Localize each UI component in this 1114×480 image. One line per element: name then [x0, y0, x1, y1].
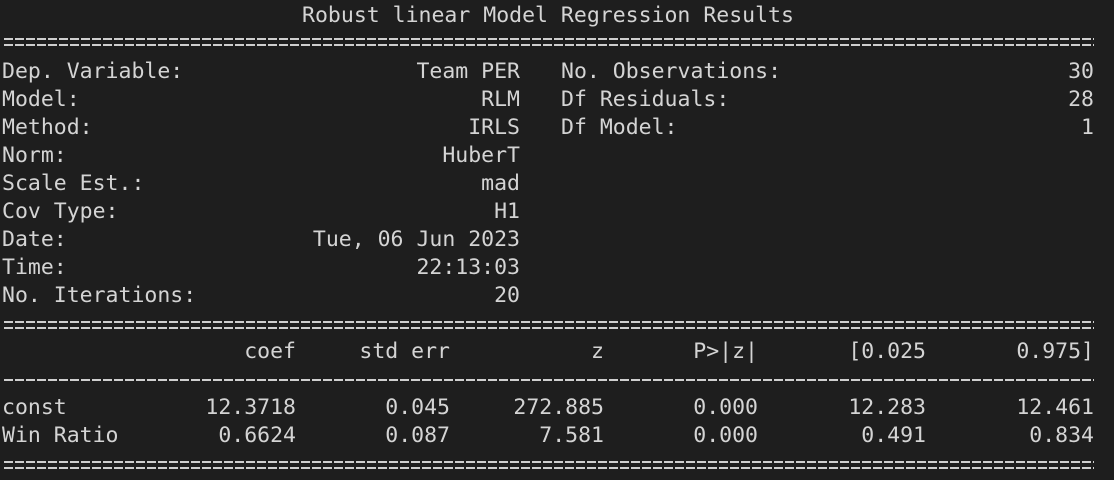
table-cell: 0.087	[385, 423, 450, 448]
summary-label: Norm:	[2, 143, 67, 168]
double-rule-bottom	[4, 461, 1094, 470]
summary-value: HuberT	[442, 143, 520, 168]
coef-column-header: 0.975]	[1016, 339, 1094, 364]
summary-value: H1	[494, 199, 520, 224]
table-cell: 0.491	[861, 423, 926, 448]
summary-label: Scale Est.:	[2, 171, 145, 196]
table-cell: 12.461	[1016, 395, 1094, 420]
summary-value: 1	[1081, 115, 1094, 140]
summary-label: Model:	[2, 87, 80, 112]
summary-label: Df Model:	[561, 115, 678, 140]
summary-label: Dep. Variable:	[2, 59, 184, 84]
coef-column-header: coef	[244, 339, 296, 364]
terminal-output: Robust linear Model Regression Results D…	[0, 0, 1114, 480]
summary-value: IRLS	[468, 115, 520, 140]
table-cell: 0.000	[693, 423, 758, 448]
results-title: Robust linear Model Regression Results	[302, 3, 794, 28]
table-cell: 0.834	[1029, 423, 1094, 448]
coef-column-header: z	[591, 339, 604, 364]
summary-label: Cov Type:	[2, 199, 119, 224]
summary-value: Tue, 06 Jun 2023	[312, 227, 520, 252]
summary-label: Date:	[2, 227, 67, 252]
double-rule-top	[4, 38, 1094, 47]
summary-label: Time:	[2, 255, 67, 280]
summary-value: mad	[481, 171, 520, 196]
row-label: Win Ratio	[2, 423, 119, 448]
summary-value: RLM	[481, 87, 520, 112]
single-rule	[4, 379, 1094, 381]
table-cell: 0.6624	[218, 423, 296, 448]
double-rule-middle	[4, 321, 1094, 330]
summary-value: Team PER	[416, 59, 520, 84]
summary-label: No. Iterations:	[2, 283, 197, 308]
table-cell: 7.581	[539, 423, 604, 448]
coef-column-header: [0.025	[848, 339, 926, 364]
summary-value: 28	[1068, 87, 1094, 112]
summary-value: 30	[1068, 59, 1094, 84]
coef-column-header: std err	[359, 339, 450, 364]
table-cell: 0.045	[385, 395, 450, 420]
coef-column-header: P>|z|	[693, 339, 758, 364]
table-cell: 12.3718	[205, 395, 296, 420]
table-cell: 272.885	[513, 395, 604, 420]
summary-label: Method:	[2, 115, 93, 140]
summary-value: 22:13:03	[416, 255, 520, 280]
table-cell: 0.000	[693, 395, 758, 420]
summary-label: No. Observations:	[561, 59, 782, 84]
table-cell: 12.283	[848, 395, 926, 420]
row-label: const	[2, 395, 67, 420]
summary-value: 20	[494, 283, 520, 308]
summary-label: Df Residuals:	[561, 87, 730, 112]
